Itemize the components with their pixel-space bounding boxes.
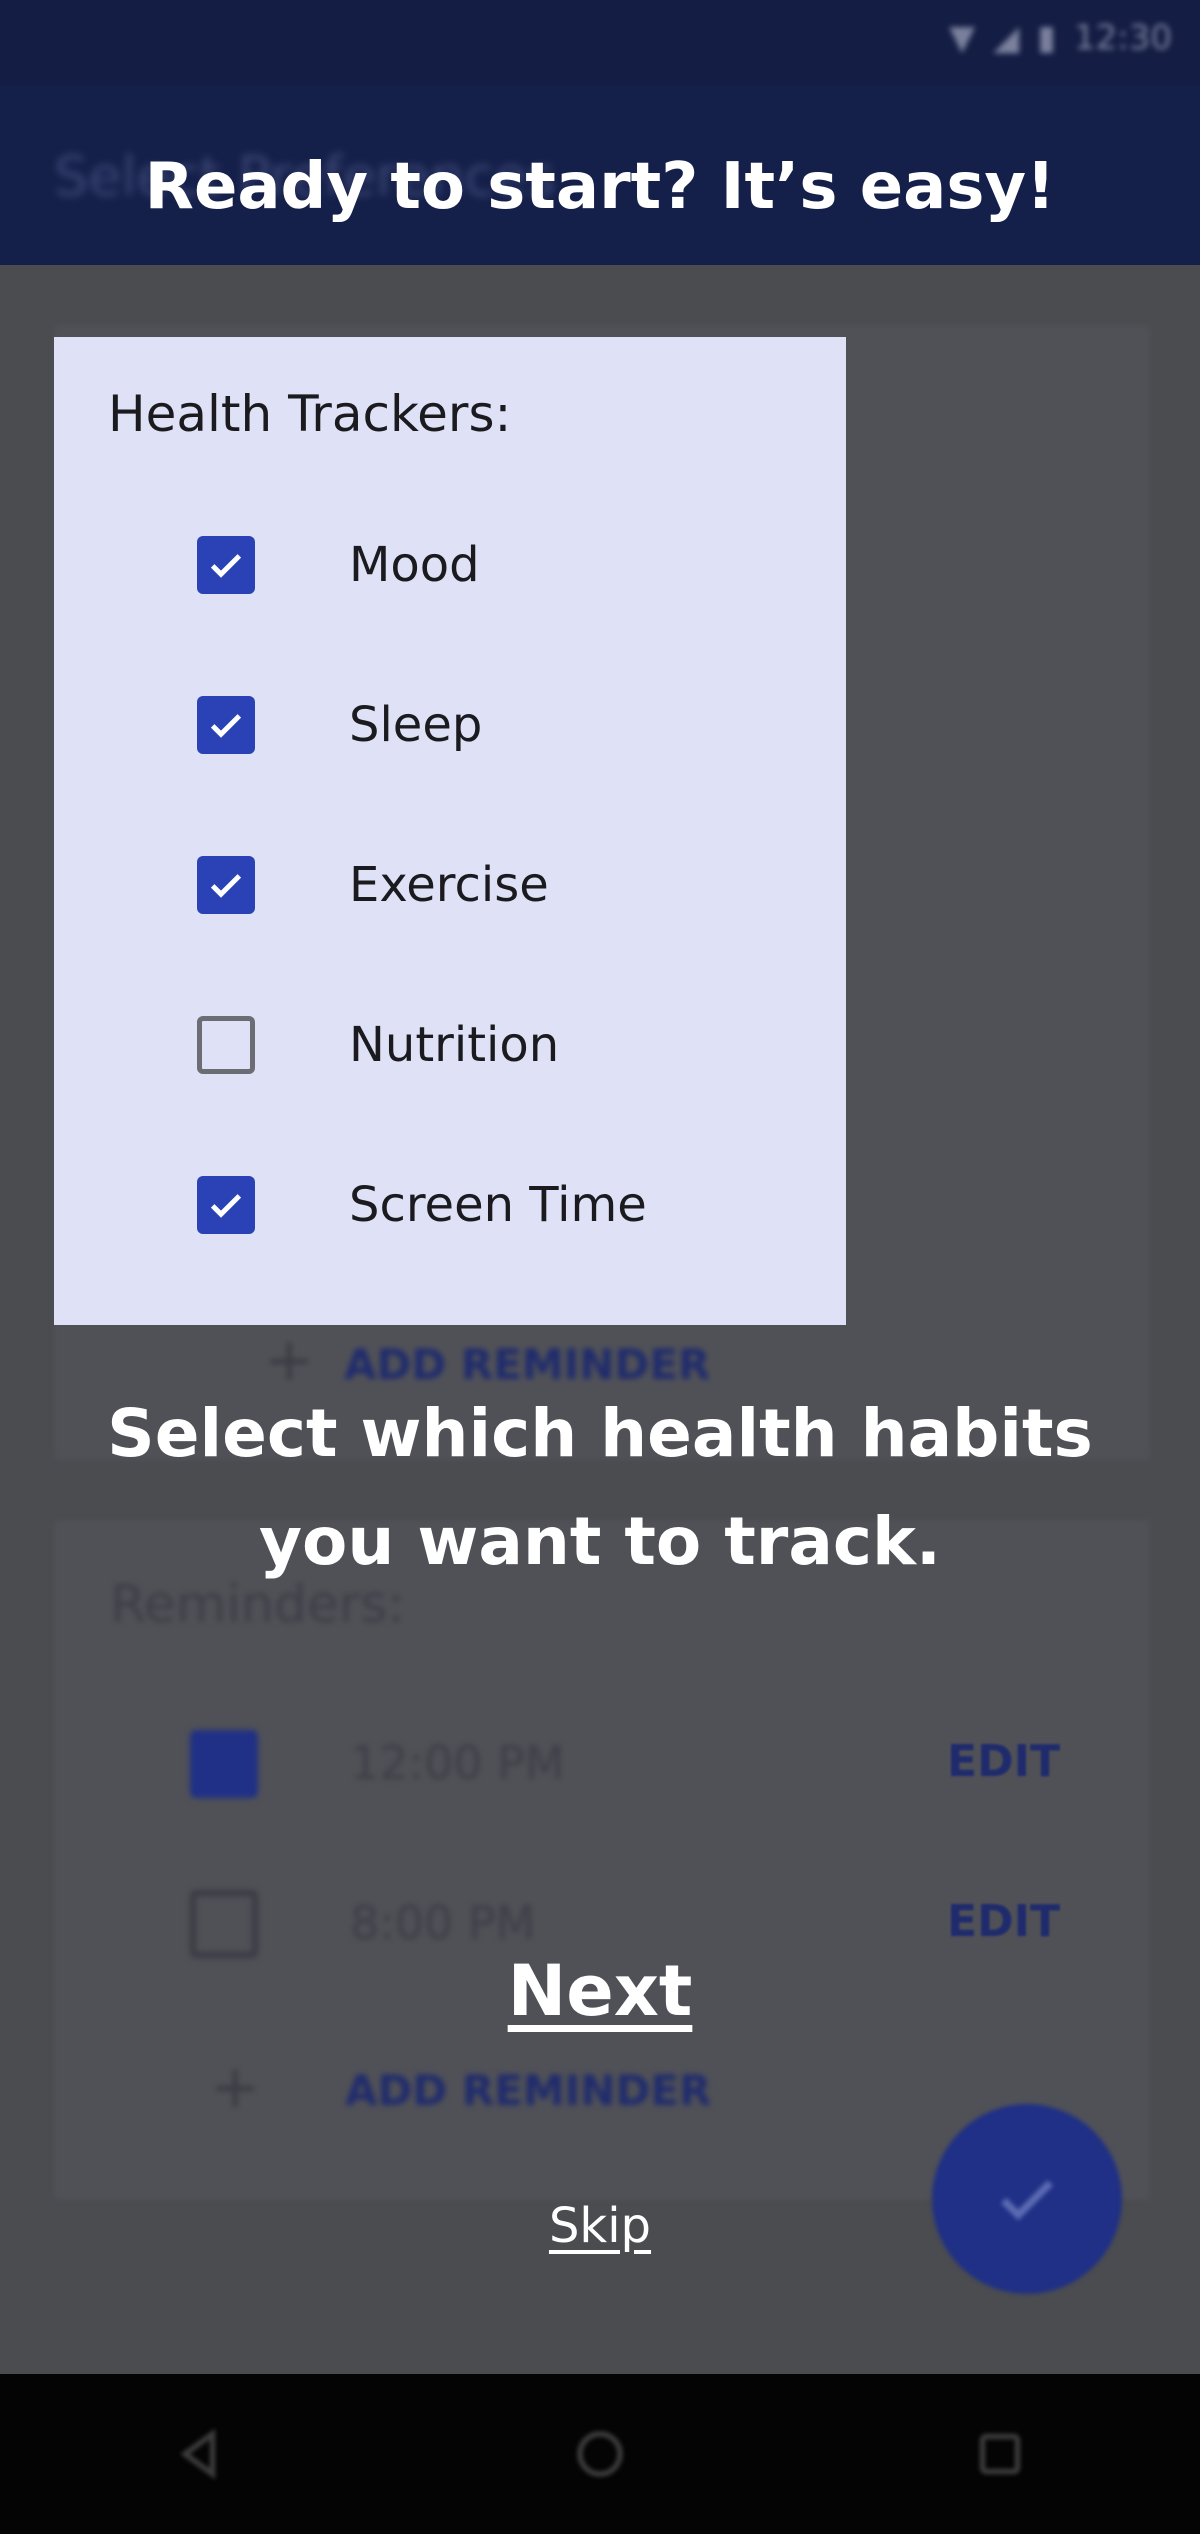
health-trackers-card: Health Trackers: Mood Sleep Exercise Nut… (54, 337, 846, 1325)
tracker-label: Nutrition (349, 1017, 560, 1073)
tracker-item-sleep[interactable]: Sleep (197, 690, 757, 760)
exercise-checkbox[interactable] (197, 856, 255, 914)
reminder-time: 8:00 PM (350, 1896, 536, 1950)
add-reminder-link[interactable]: ADD REMINDER (345, 2066, 711, 2115)
onboarding-headline: Ready to start? It’s easy! (144, 150, 1056, 224)
add-icon: + (210, 2052, 261, 2122)
sleep-checkbox[interactable] (197, 696, 255, 754)
checkmark-icon (210, 554, 242, 578)
screen-time-checkbox[interactable] (197, 1176, 255, 1234)
nutrition-checkbox[interactable] (197, 1016, 255, 1074)
tracker-item-mood[interactable]: Mood (197, 530, 757, 600)
tracker-label: Sleep (349, 697, 483, 753)
home-icon[interactable] (570, 2424, 630, 2484)
status-bar: ▼ ◢ ▮ 12:30 (0, 0, 1200, 85)
skip-button-container: Skip (0, 2198, 1200, 2254)
tracker-label: Screen Time (349, 1177, 647, 1233)
instruction-line: you want to track. (259, 1503, 941, 1580)
back-icon[interactable] (170, 2424, 230, 2484)
battery-icon: ▮ (1037, 18, 1057, 58)
tracker-item-nutrition[interactable]: Nutrition (197, 1010, 757, 1080)
tracker-label: Exercise (349, 857, 549, 913)
system-nav-bar (0, 2374, 1200, 2534)
tracker-label: Mood (349, 537, 480, 593)
checkmark-icon (210, 1194, 242, 1218)
wifi-icon: ▼ (948, 18, 976, 58)
recents-icon[interactable] (970, 2424, 1030, 2484)
onboarding-instruction: Select which health habits you want to t… (0, 1380, 1200, 1596)
reminder-time: 12:00 PM (350, 1736, 565, 1790)
reminder-checkbox[interactable] (190, 1730, 258, 1798)
next-button-container: Next (0, 1950, 1200, 2032)
health-trackers-heading: Health Trackers: (108, 385, 512, 443)
next-button[interactable]: Next (508, 1950, 693, 2032)
reminder-checkbox[interactable] (190, 1890, 258, 1958)
tracker-item-exercise[interactable]: Exercise (197, 850, 757, 920)
checkmark-icon (210, 874, 242, 898)
status-time: 12:30 (1074, 18, 1172, 58)
signal-icon: ◢ (993, 18, 1020, 58)
checkmark-icon (210, 714, 242, 738)
mood-checkbox[interactable] (197, 536, 255, 594)
tracker-item-screen-time[interactable]: Screen Time (197, 1170, 757, 1240)
edit-reminder-button[interactable]: EDIT (947, 1896, 1060, 1947)
skip-button[interactable]: Skip (549, 2198, 651, 2254)
edit-reminder-button[interactable]: EDIT (947, 1736, 1060, 1787)
status-icons: ▼ ◢ ▮ 12:30 (949, 18, 1172, 58)
instruction-line: Select which health habits (107, 1395, 1093, 1472)
